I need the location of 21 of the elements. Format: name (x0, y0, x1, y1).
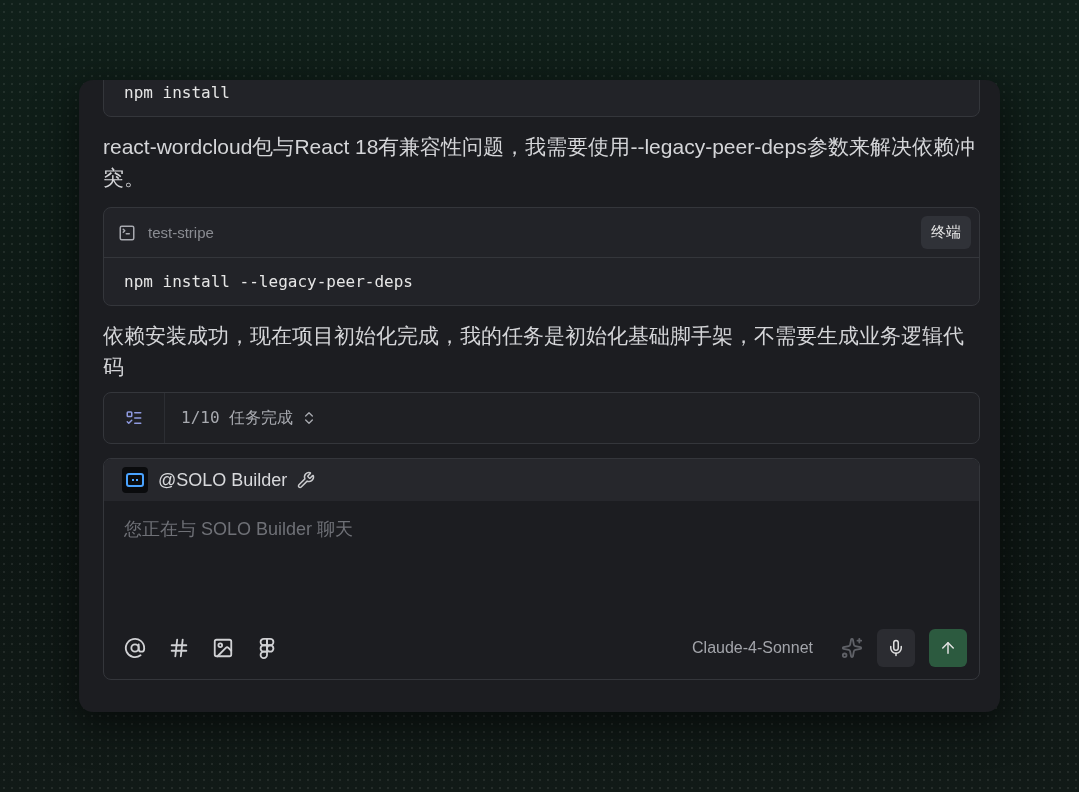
image-icon[interactable] (212, 637, 234, 659)
terminal-button[interactable]: 终端 (921, 216, 971, 249)
terminal-icon (118, 223, 136, 242)
agent-name: @SOLO Builder (158, 469, 288, 491)
message-text: 依赖安装成功，现在项目初始化完成，我的任务是初始化基础脚手架，不需要生成业务逻辑代码 (103, 323, 965, 380)
command-text: npm install --legacy-peer-deps (123, 271, 414, 293)
hash-icon[interactable] (168, 637, 190, 659)
command-text: npm install (123, 82, 231, 104)
model-selector[interactable]: Claude-4-Sonnet (686, 638, 819, 658)
checklist-icon[interactable] (125, 409, 143, 427)
tools-icon[interactable] (297, 471, 316, 489)
message-textarea[interactable]: 您正在与 SOLO Builder 聊天 (124, 517, 959, 543)
mention-icon[interactable] (124, 637, 146, 659)
message-text: react-wordcloud包与React 18有兼容性问题，我需要使用--legacy-peer-deps参数来解决依赖冲突。 (103, 134, 976, 191)
microphone-icon (887, 639, 905, 657)
microphone-button[interactable] (877, 629, 915, 667)
agent-avatar (122, 467, 148, 493)
sparkle-icon[interactable] (841, 637, 863, 659)
send-button[interactable] (929, 629, 967, 667)
project-name: test-stripe (148, 224, 215, 241)
task-progress-toggle[interactable]: 1/10 任务完成 (165, 407, 334, 429)
